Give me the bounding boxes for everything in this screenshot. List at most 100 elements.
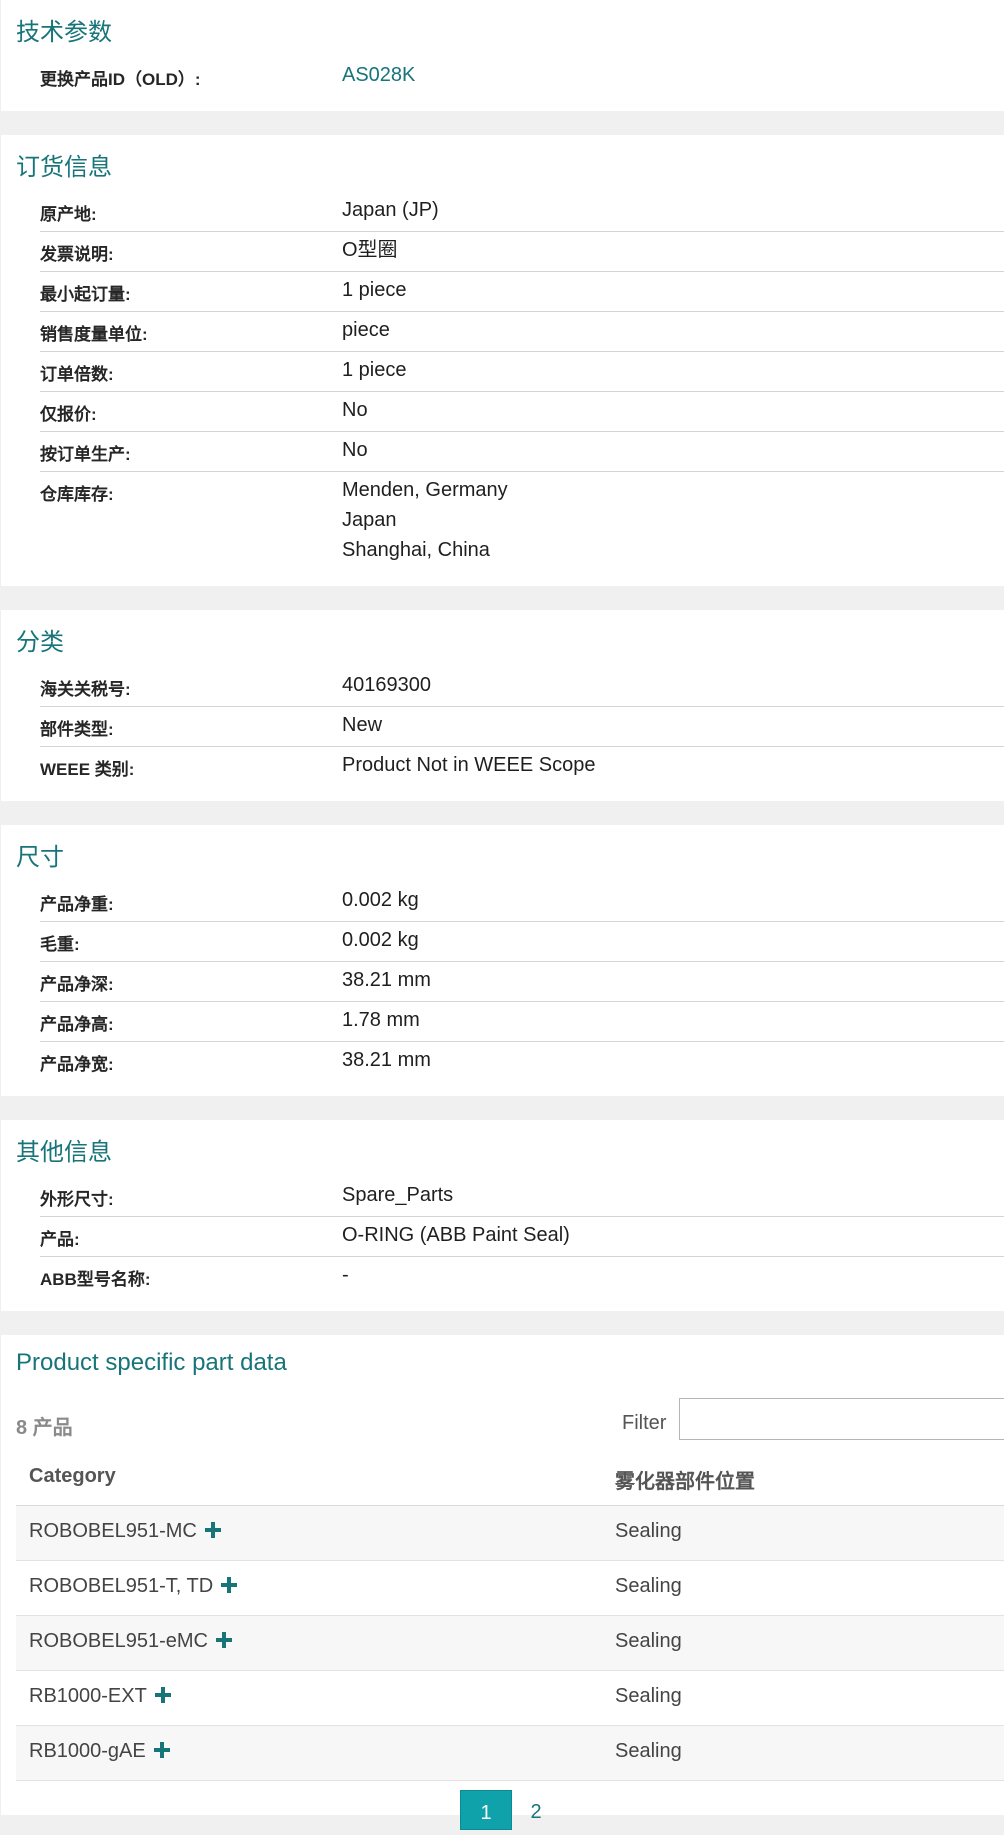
detail-value: No bbox=[342, 439, 368, 461]
detail-label: 产品净高: bbox=[40, 1015, 114, 1034]
table-row: ROBOBEL951-T, TD Sealing bbox=[16, 1561, 1004, 1616]
detail-label: 发票说明: bbox=[40, 245, 114, 264]
column-header-category[interactable]: Category bbox=[29, 1465, 116, 1488]
detail-label: 产品净深: bbox=[40, 975, 114, 994]
detail-row: ABB型号名称: - bbox=[40, 1256, 1004, 1296]
plus-icon[interactable] bbox=[153, 1742, 170, 1758]
plus-icon[interactable] bbox=[215, 1632, 232, 1648]
category-cell: RB1000-gAE bbox=[29, 1740, 170, 1763]
detail-value: Japan (JP) bbox=[342, 199, 439, 221]
detail-row: 仅报价: No bbox=[40, 391, 1004, 432]
category-cell: ROBOBEL951-eMC bbox=[29, 1630, 232, 1653]
section-title: 订货信息 bbox=[16, 154, 112, 181]
category-name: RB1000-EXT bbox=[29, 1685, 147, 1707]
section-title: 尺寸 bbox=[16, 844, 64, 871]
section-title: 技术参数 bbox=[16, 19, 112, 46]
detail-label: 仓库库存: bbox=[40, 485, 114, 504]
detail-label: 最小起订量: bbox=[40, 285, 131, 304]
detail-row: 毛重: 0.002 kg bbox=[40, 921, 1004, 962]
detail-row: 按订单生产: No bbox=[40, 431, 1004, 472]
detail-value: 1.78 mm bbox=[342, 1009, 420, 1031]
detail-row-stock: 仓库库存: Menden, Germany Japan Shanghai, Ch… bbox=[40, 471, 1004, 571]
detail-label: 产品净宽: bbox=[40, 1055, 114, 1074]
detail-value: - bbox=[342, 1264, 349, 1286]
section-title: 分类 bbox=[16, 629, 64, 656]
category-name: RB1000-gAE bbox=[29, 1740, 146, 1762]
category-name: ROBOBEL951-T, TD bbox=[29, 1575, 214, 1597]
stock-location: Menden, Germany bbox=[342, 479, 508, 501]
position-cell: Sealing bbox=[615, 1520, 682, 1542]
detail-label: 外形尺寸: bbox=[40, 1190, 114, 1209]
detail-row: 产品净宽: 38.21 mm bbox=[40, 1041, 1004, 1081]
section-title: 其他信息 bbox=[16, 1139, 112, 1166]
detail-row: 部件类型: New bbox=[40, 706, 1004, 747]
table-row: ROBOBEL951-MC Sealing bbox=[16, 1506, 1004, 1561]
section-dimensions: 尺寸 产品净重: 0.002 kg 毛重: 0.002 kg 产品净深: 38.… bbox=[1, 825, 1004, 1096]
detail-value: 38.21 mm bbox=[342, 969, 431, 991]
section-title: Product specific part data bbox=[16, 1349, 287, 1376]
position-cell: Sealing bbox=[615, 1575, 682, 1597]
section-order-info: 订货信息 原产地: Japan (JP) 发票说明: O型圈 最小起订量: 1 … bbox=[1, 135, 1004, 586]
replacement-product-link[interactable]: AS028K bbox=[342, 60, 415, 90]
category-name: ROBOBEL951-MC bbox=[29, 1520, 197, 1542]
table-header: Category 雾化器部件位置 bbox=[16, 1447, 1004, 1506]
position-cell: Sealing bbox=[615, 1685, 682, 1707]
stock-location: Shanghai, China bbox=[342, 539, 490, 561]
detail-value: Spare_Parts bbox=[342, 1184, 454, 1206]
detail-label: 产品净重: bbox=[40, 895, 114, 914]
detail-value: New bbox=[342, 714, 383, 736]
detail-value: 1 piece bbox=[342, 359, 407, 381]
detail-row: WEEE 类别: Product Not in WEEE Scope bbox=[40, 746, 1004, 786]
plus-icon[interactable] bbox=[204, 1522, 221, 1538]
detail-row: 销售度量单位: piece bbox=[40, 311, 1004, 352]
section-part-data: Product specific part data 8 产品 Filter C… bbox=[1, 1335, 1004, 1815]
detail-value: 0.002 kg bbox=[342, 929, 419, 951]
stock-location: Japan bbox=[342, 509, 397, 531]
section-tech-params: 技术参数 更换产品ID（OLD）: AS028K bbox=[1, 0, 1004, 111]
plus-icon[interactable] bbox=[154, 1687, 171, 1703]
page-button-current[interactable]: 1 bbox=[460, 1790, 512, 1830]
detail-value: O型圈 bbox=[342, 239, 398, 261]
category-cell: ROBOBEL951-T, TD bbox=[29, 1575, 238, 1598]
filter-label: Filter bbox=[622, 1412, 667, 1434]
filter-input[interactable] bbox=[679, 1398, 1004, 1440]
section-classification: 分类 海关关税号: 40169300 部件类型: New WEEE 类别: Pr… bbox=[1, 610, 1004, 801]
detail-value: piece bbox=[342, 319, 390, 341]
stock-locations: Menden, Germany Japan Shanghai, China bbox=[342, 475, 508, 565]
page-button-next[interactable]: 2 bbox=[510, 1790, 562, 1830]
category-name: ROBOBEL951-eMC bbox=[29, 1630, 208, 1652]
plus-icon[interactable] bbox=[221, 1577, 238, 1593]
column-header-position[interactable]: 雾化器部件位置 bbox=[615, 1465, 755, 1494]
detail-label: 按订单生产: bbox=[40, 445, 131, 464]
detail-row: 产品净重: 0.002 kg bbox=[40, 881, 1004, 922]
detail-row: 外形尺寸: Spare_Parts bbox=[40, 1176, 1004, 1217]
product-count: 8 产品 bbox=[16, 1417, 73, 1439]
category-cell: RB1000-EXT bbox=[29, 1685, 171, 1708]
detail-label: 订单倍数: bbox=[40, 365, 114, 384]
detail-row: 产品净高: 1.78 mm bbox=[40, 1001, 1004, 1042]
detail-value: 0.002 kg bbox=[342, 889, 419, 911]
detail-value: 38.21 mm bbox=[342, 1049, 431, 1071]
detail-label: 仅报价: bbox=[40, 405, 97, 424]
detail-label: 更换产品ID（OLD）: bbox=[40, 70, 201, 89]
table-row: ROBOBEL951-eMC Sealing bbox=[16, 1616, 1004, 1671]
detail-row: 发票说明: O型圈 bbox=[40, 231, 1004, 272]
detail-row: 原产地: Japan (JP) bbox=[40, 191, 1004, 232]
detail-row: 最小起订量: 1 piece bbox=[40, 271, 1004, 312]
table-row: RB1000-EXT Sealing bbox=[16, 1671, 1004, 1726]
detail-row: 产品净深: 38.21 mm bbox=[40, 961, 1004, 1002]
position-cell: Sealing bbox=[615, 1740, 682, 1762]
detail-label: 部件类型: bbox=[40, 720, 114, 739]
detail-label: WEEE 类别: bbox=[40, 760, 135, 779]
detail-row: 订单倍数: 1 piece bbox=[40, 351, 1004, 392]
detail-label: 产品: bbox=[40, 1230, 80, 1249]
detail-value: 1 piece bbox=[342, 279, 407, 301]
position-cell: Sealing bbox=[615, 1630, 682, 1652]
detail-row: 更换产品ID（OLD）: AS028K bbox=[40, 56, 1004, 96]
detail-label: 海关关税号: bbox=[40, 680, 131, 699]
section-other-info: 其他信息 外形尺寸: Spare_Parts 产品: O-RING (ABB P… bbox=[1, 1120, 1004, 1311]
detail-label: ABB型号名称: bbox=[40, 1270, 151, 1289]
detail-value: No bbox=[342, 399, 368, 421]
detail-row: 产品: O-RING (ABB Paint Seal) bbox=[40, 1216, 1004, 1257]
detail-value: Product Not in WEEE Scope bbox=[342, 754, 596, 776]
